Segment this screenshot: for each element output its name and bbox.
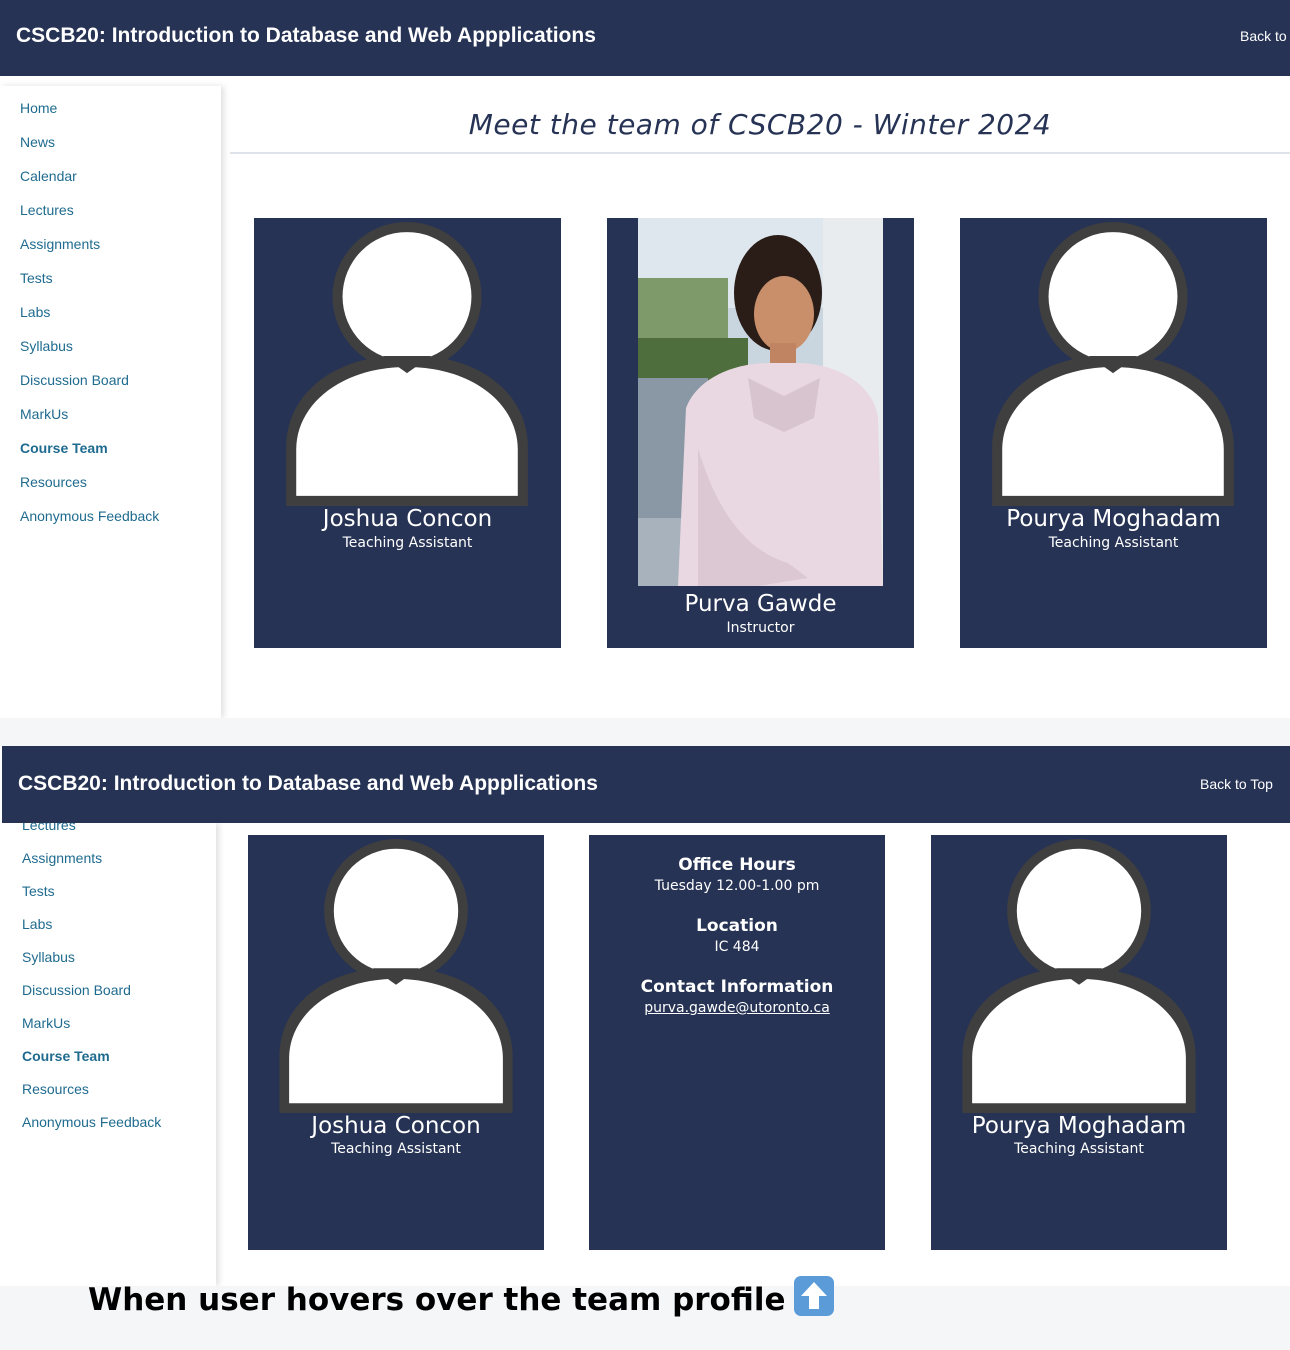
team-card-purva[interactable]: Purva Gawde Instructor <box>607 218 914 648</box>
up-arrow-icon <box>793 1276 834 1316</box>
sidebar-item-markus[interactable]: MarkUs <box>20 406 68 422</box>
sidebar-item-anonymous-feedback[interactable]: Anonymous Feedback <box>22 1114 161 1130</box>
sidebar-item-home[interactable]: Home <box>20 100 57 116</box>
screenshot-hover: Lectures Assignments Tests Labs Syllabus… <box>0 746 1290 1286</box>
sidebar-item-assignments[interactable]: Assignments <box>22 850 102 866</box>
team-member-role: Teaching Assistant <box>1014 1141 1144 1157</box>
team-member-name: Purva Gawde <box>684 591 837 617</box>
site-title: CSCB20: Introduction to Database and Web… <box>16 24 596 47</box>
instructor-photo-image <box>638 218 883 586</box>
sidebar-item-tests[interactable]: Tests <box>20 270 53 286</box>
team-card-purva-hover[interactable]: Office Hours Tuesday 12.00-1.00 pm Locat… <box>589 835 885 1250</box>
location-value: IC 484 <box>714 939 760 955</box>
sidebar-item-course-team[interactable]: Course Team <box>20 440 108 456</box>
top-header: CSCB20: Introduction to Database and Web… <box>2 746 1290 823</box>
team-card-joshua[interactable]: Joshua Concon Teaching Assistant <box>254 218 561 648</box>
team-member-role: Teaching Assistant <box>1048 535 1179 551</box>
team-member-name: Joshua Concon <box>311 1113 481 1139</box>
person-icon <box>286 222 528 506</box>
page-title: Meet the team of CSCB20 - Winter 2024 <box>468 108 1052 141</box>
team-card-joshua[interactable]: Joshua Concon Teaching Assistant <box>248 835 544 1250</box>
sidebar-item-resources[interactable]: Resources <box>22 1081 89 1097</box>
team-member-name: Pourya Moghadam <box>971 1113 1187 1139</box>
sidebar-item-assignments[interactable]: Assignments <box>20 236 100 252</box>
office-hours-title: Office Hours <box>678 855 796 875</box>
office-hours-value: Tuesday 12.00-1.00 pm <box>654 878 820 894</box>
team-card-pourya[interactable]: Pourya Moghadam Teaching Assistant <box>960 218 1267 648</box>
sidebar-item-tests[interactable]: Tests <box>22 883 55 899</box>
sidebar-nav: Home News Calendar Lectures Assignments … <box>0 86 221 718</box>
person-icon <box>962 839 1196 1113</box>
person-icon <box>279 839 513 1113</box>
contact-email-link[interactable]: purva.gawde@utoronto.ca <box>644 1000 830 1016</box>
team-member-role: Teaching Assistant <box>342 535 473 551</box>
heading-divider <box>230 152 1290 154</box>
sidebar-item-syllabus[interactable]: Syllabus <box>22 949 75 965</box>
team-member-name: Pourya Moghadam <box>1006 506 1221 532</box>
site-title: CSCB20: Introduction to Database and Web… <box>18 772 598 795</box>
sidebar-item-discussion-board[interactable]: Discussion Board <box>22 982 131 998</box>
team-card-pourya[interactable]: Pourya Moghadam Teaching Assistant <box>931 835 1227 1250</box>
sidebar-item-discussion-board[interactable]: Discussion Board <box>20 372 129 388</box>
back-to-top-link[interactable]: Back to <box>1240 28 1287 44</box>
screenshot-default: CSCB20: Introduction to Database and Web… <box>0 0 1290 718</box>
sidebar-item-resources[interactable]: Resources <box>20 474 87 490</box>
sidebar-item-labs[interactable]: Labs <box>22 916 52 932</box>
team-member-role: Instructor <box>726 620 795 636</box>
sidebar-item-labs[interactable]: Labs <box>20 304 50 320</box>
sidebar-nav: Lectures Assignments Tests Labs Syllabus… <box>0 817 216 1286</box>
sidebar-item-syllabus[interactable]: Syllabus <box>20 338 73 354</box>
sidebar-item-course-team[interactable]: Course Team <box>22 1048 110 1064</box>
contact-value-wrap: purva.gawde@utoronto.ca <box>589 1000 885 1016</box>
top-header: CSCB20: Introduction to Database and Web… <box>0 0 1290 76</box>
sidebar-item-markus[interactable]: MarkUs <box>22 1015 70 1031</box>
sidebar-item-calendar[interactable]: Calendar <box>20 168 77 184</box>
caption-text: When user hovers over the team profile <box>88 1282 786 1318</box>
sidebar-item-lectures[interactable]: Lectures <box>20 202 74 218</box>
contact-title: Contact Information <box>640 977 834 997</box>
person-icon <box>992 222 1234 506</box>
instructor-photo <box>638 218 883 586</box>
back-to-top-link[interactable]: Back to Top <box>1200 776 1273 792</box>
sidebar-item-news[interactable]: News <box>20 134 55 150</box>
team-member-name: Joshua Concon <box>322 506 493 532</box>
hover-caption: When user hovers over the team profile <box>88 1276 834 1318</box>
sidebar-item-anonymous-feedback[interactable]: Anonymous Feedback <box>20 508 159 524</box>
team-member-role: Teaching Assistant <box>331 1141 461 1157</box>
location-title: Location <box>696 916 778 936</box>
